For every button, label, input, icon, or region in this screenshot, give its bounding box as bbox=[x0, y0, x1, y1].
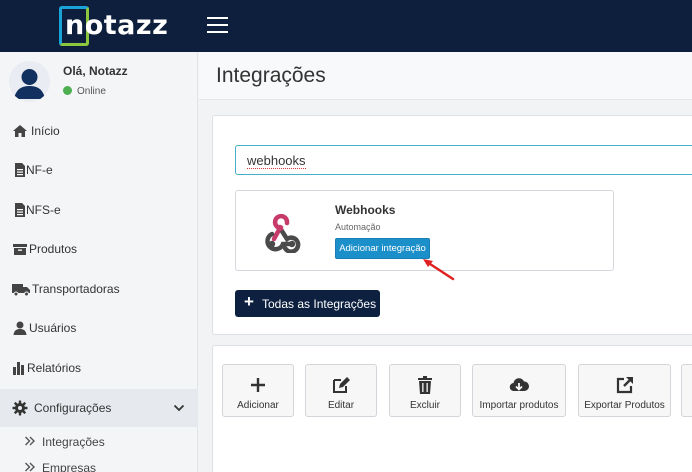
export-products-button[interactable]: Exportar Produtos bbox=[578, 364, 671, 417]
archive-box-icon bbox=[13, 244, 27, 255]
sidebar-subitem-integracoes[interactable]: Integrações bbox=[0, 431, 198, 453]
trash-icon bbox=[418, 376, 432, 394]
chevron-down-icon bbox=[173, 404, 185, 412]
export-products-label: Exportar Produtos bbox=[584, 400, 665, 411]
plus-icon bbox=[251, 378, 265, 392]
sidebar-item-label: Usuários bbox=[29, 321, 77, 335]
sidebar-item-label: NF-e bbox=[26, 163, 53, 177]
online-status-dot-icon bbox=[63, 86, 72, 95]
sidebar-item-nfse[interactable]: NFS-e bbox=[0, 191, 198, 229]
user-icon bbox=[13, 321, 27, 335]
content-header: Integrações bbox=[199, 52, 692, 100]
delete-button-label: Excluir bbox=[409, 400, 440, 411]
top-navbar: notazz bbox=[0, 0, 692, 52]
truck-icon bbox=[12, 284, 30, 297]
sidebar-item-label: NFS-e bbox=[26, 203, 61, 217]
page-title: Integrações bbox=[216, 64, 326, 87]
sidebar-item-produtos[interactable]: Produtos bbox=[0, 230, 198, 268]
integration-category: Automação bbox=[335, 222, 381, 232]
edit-pencil-icon bbox=[333, 377, 350, 393]
sidebar-subitem-label: Integrações bbox=[42, 435, 105, 449]
red-pointer-arrow-icon bbox=[423, 259, 455, 281]
sidebar-item-usuarios[interactable]: Usuários bbox=[0, 309, 198, 347]
webhook-logo-icon bbox=[265, 213, 301, 253]
sidebar-item-label: Configurações bbox=[34, 401, 112, 415]
search-input[interactable] bbox=[235, 145, 692, 175]
all-integrations-label: Todas as Integrações bbox=[262, 297, 377, 311]
plus-icon: + bbox=[244, 292, 254, 311]
sidebar-item-inicio[interactable]: Início bbox=[0, 112, 198, 150]
sidebar-item-relatorios[interactable]: Relatórios bbox=[0, 349, 198, 387]
gear-icon bbox=[12, 400, 28, 416]
sidebar-item-label: Relatórios bbox=[27, 361, 82, 375]
add-integration-button[interactable]: Adicionar integração bbox=[335, 238, 430, 259]
sidebar-subitem-empresas[interactable]: Empresas bbox=[0, 457, 198, 472]
cloud-download-icon bbox=[509, 378, 529, 392]
sidebar-item-label: Início bbox=[31, 124, 60, 138]
sidebar: Olá, Notazz Online Início NF-e NFS-e Pro… bbox=[0, 52, 198, 472]
double-chevron-right-icon bbox=[25, 436, 35, 446]
sidebar-item-label: Transportadoras bbox=[32, 282, 120, 296]
integration-name: Webhooks bbox=[335, 203, 396, 217]
notazz-logo[interactable]: notazz bbox=[59, 6, 168, 46]
import-products-label: Importar produtos bbox=[479, 400, 559, 411]
hamburger-menu-icon[interactable] bbox=[207, 16, 229, 34]
logo-text: notazz bbox=[65, 10, 169, 41]
user-status: Online bbox=[63, 86, 106, 97]
import-products-button[interactable]: Importar produtos bbox=[472, 364, 566, 417]
add-button-label: Adicionar bbox=[237, 400, 279, 411]
double-chevron-right-icon bbox=[25, 462, 35, 472]
edit-button-label: Editar bbox=[327, 400, 355, 411]
integrations-search-card: webhooks Webhooks Automação Adicionar in… bbox=[212, 115, 692, 335]
sidebar-item-label: Produtos bbox=[29, 242, 78, 256]
sidebar-item-transportadoras[interactable]: Transportadoras bbox=[0, 270, 198, 308]
external-link-icon bbox=[616, 377, 633, 394]
more-toolbar-button[interactable] bbox=[681, 364, 692, 417]
delete-button[interactable]: Excluir bbox=[389, 364, 461, 417]
sidebar-item-configuracoes[interactable]: Configurações bbox=[0, 389, 198, 427]
home-icon bbox=[13, 125, 27, 137]
add-button[interactable]: Adicionar bbox=[222, 364, 294, 417]
user-status-label: Online bbox=[77, 86, 106, 97]
sidebar-item-nfe[interactable]: NF-e bbox=[0, 151, 198, 189]
sidebar-subitem-label: Empresas bbox=[42, 461, 97, 472]
products-toolbar-card: Adicionar Editar Excluir Importar produt… bbox=[212, 345, 692, 472]
user-greeting: Olá, Notazz bbox=[63, 64, 128, 78]
user-avatar-icon bbox=[9, 61, 50, 102]
all-integrations-button[interactable]: + Todas as Integrações bbox=[235, 290, 380, 317]
bar-chart-icon bbox=[13, 362, 24, 375]
user-panel: Olá, Notazz Online bbox=[0, 52, 198, 110]
edit-button[interactable]: Editar bbox=[305, 364, 377, 417]
